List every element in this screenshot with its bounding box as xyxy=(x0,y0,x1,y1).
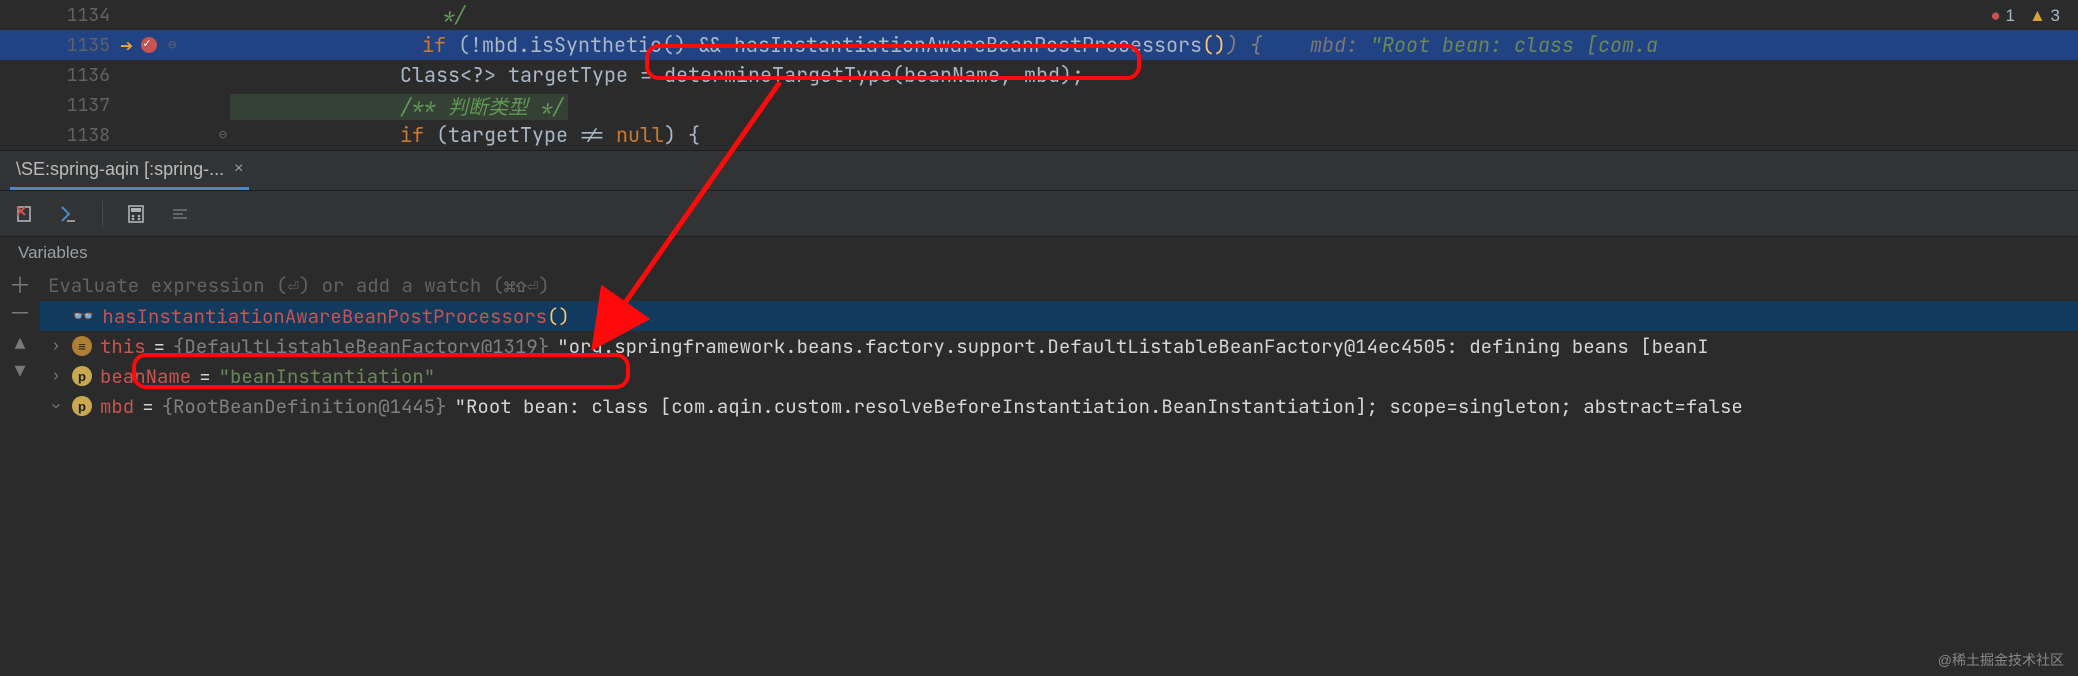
variable-row-this[interactable]: › ≡ this = {DefaultListableBeanFactory@1… xyxy=(40,331,2078,361)
equals: = xyxy=(154,334,165,359)
highlighted-method-call: hasInstantiationAwareBeanPostProcessors xyxy=(734,32,1202,58)
comment-block: /** 判断类型 */ xyxy=(230,94,568,120)
var-name: beanName xyxy=(100,364,191,389)
variables-panel-header: Variables xyxy=(0,236,2078,269)
evaluate-expression-input[interactable]: Evaluate expression (⏎) or add a watch (… xyxy=(40,269,2078,301)
variables-panel: ＋ － ▴ ▾ Evaluate expression (⏎) or add a… xyxy=(0,269,2078,421)
glasses-icon: 👓 xyxy=(72,305,94,328)
equals: = xyxy=(142,394,153,419)
collapse-icon[interactable]: › xyxy=(47,398,65,414)
inlay-hint: mbd: "Root bean: class [com.a xyxy=(1310,32,1658,58)
breakpoint-icon[interactable] xyxy=(141,37,157,53)
close-icon[interactable]: × xyxy=(234,160,243,178)
keyword-if: if xyxy=(422,32,458,58)
var-type: {DefaultListableBeanFactory@1319} xyxy=(173,334,549,359)
var-type: {RootBeanDefinition@1445} xyxy=(162,394,447,419)
keyword-null: null xyxy=(616,122,664,148)
editor-status-badges: ● 1 ▲ 3 xyxy=(1990,6,2060,26)
current-execution-line[interactable]: 1135 ➔ ⊖ if (!mbd.isSynthetic() && hasIn… xyxy=(0,30,2078,60)
field-icon: ≡ xyxy=(72,336,92,356)
expand-icon[interactable]: › xyxy=(48,337,64,355)
calculator-icon[interactable] xyxy=(125,203,147,225)
toggle-view-icon[interactable] xyxy=(169,203,191,225)
watermark: @稀土掘金技术社区 xyxy=(1938,650,2064,670)
line-number[interactable]: 1137 xyxy=(0,94,130,117)
separator xyxy=(102,201,103,227)
add-icon[interactable]: ＋ xyxy=(9,275,31,297)
line-number[interactable]: 1134 xyxy=(0,4,130,27)
fold-marker-icon[interactable]: ⊖ xyxy=(165,36,179,54)
code-editor[interactable]: 1134 */ 1135 ➔ ⊖ if (!mbd.isSynthetic() … xyxy=(0,0,2078,150)
line-number[interactable]: 1136 xyxy=(0,64,130,87)
move-up-icon[interactable]: ▴ xyxy=(14,331,25,353)
variable-row-beanname[interactable]: › p beanName = "beanInstantiation" xyxy=(40,361,2078,391)
line-number[interactable]: 1138 xyxy=(0,124,130,147)
expand-icon[interactable]: › xyxy=(48,367,64,385)
variables-toolbar xyxy=(0,190,2078,236)
code-text: () xyxy=(1202,32,1226,58)
watch-expression-name: hasInstantiationAwareBeanPostProcessors xyxy=(102,304,547,329)
error-count[interactable]: ● 1 xyxy=(1990,6,2014,26)
var-value: "Root bean: class [com.aqin.custom.resol… xyxy=(455,394,1743,419)
debug-session-tab[interactable]: \SE:spring-aqin [:spring-... × xyxy=(10,151,249,190)
var-value: "org.springframework.beans.factory.suppo… xyxy=(557,334,1708,359)
new-watch-icon[interactable] xyxy=(58,203,80,225)
move-down-icon[interactable]: ▾ xyxy=(14,359,25,381)
line-number[interactable]: 1135 xyxy=(0,34,130,57)
watch-row[interactable]: 👓 hasInstantiationAwareBeanPostProcessor… xyxy=(40,301,2078,331)
param-icon: p xyxy=(72,366,92,386)
var-value: "beanInstantiation" xyxy=(219,364,436,389)
code-text: ) { xyxy=(664,122,700,148)
remove-icon[interactable]: － xyxy=(9,303,31,325)
remove-watch-icon[interactable] xyxy=(14,203,36,225)
code-text: (targetType != xyxy=(436,122,616,148)
code-text: ) { xyxy=(1226,32,1310,58)
keyword-if: if xyxy=(400,122,436,148)
code-text: (!mbd.isSynthetic() && xyxy=(458,32,734,58)
tab-label: \SE:spring-aqin [:spring-... xyxy=(16,159,224,180)
debug-tabbar: \SE:spring-aqin [:spring-... × xyxy=(0,150,2078,190)
warning-count[interactable]: ▲ 3 xyxy=(2029,6,2060,26)
var-name: mbd xyxy=(100,394,134,419)
param-icon: p xyxy=(72,396,92,416)
side-controls: ＋ － ▴ ▾ xyxy=(0,269,40,421)
fold-marker-icon[interactable]: ⊖ xyxy=(216,126,230,144)
var-name: this xyxy=(100,334,146,359)
execution-pointer-icon: ➔ xyxy=(120,31,133,60)
watch-parens: () xyxy=(547,304,570,329)
variable-row-mbd[interactable]: › p mbd = {RootBeanDefinition@1445} "Roo… xyxy=(40,391,2078,421)
equals: = xyxy=(199,364,210,389)
